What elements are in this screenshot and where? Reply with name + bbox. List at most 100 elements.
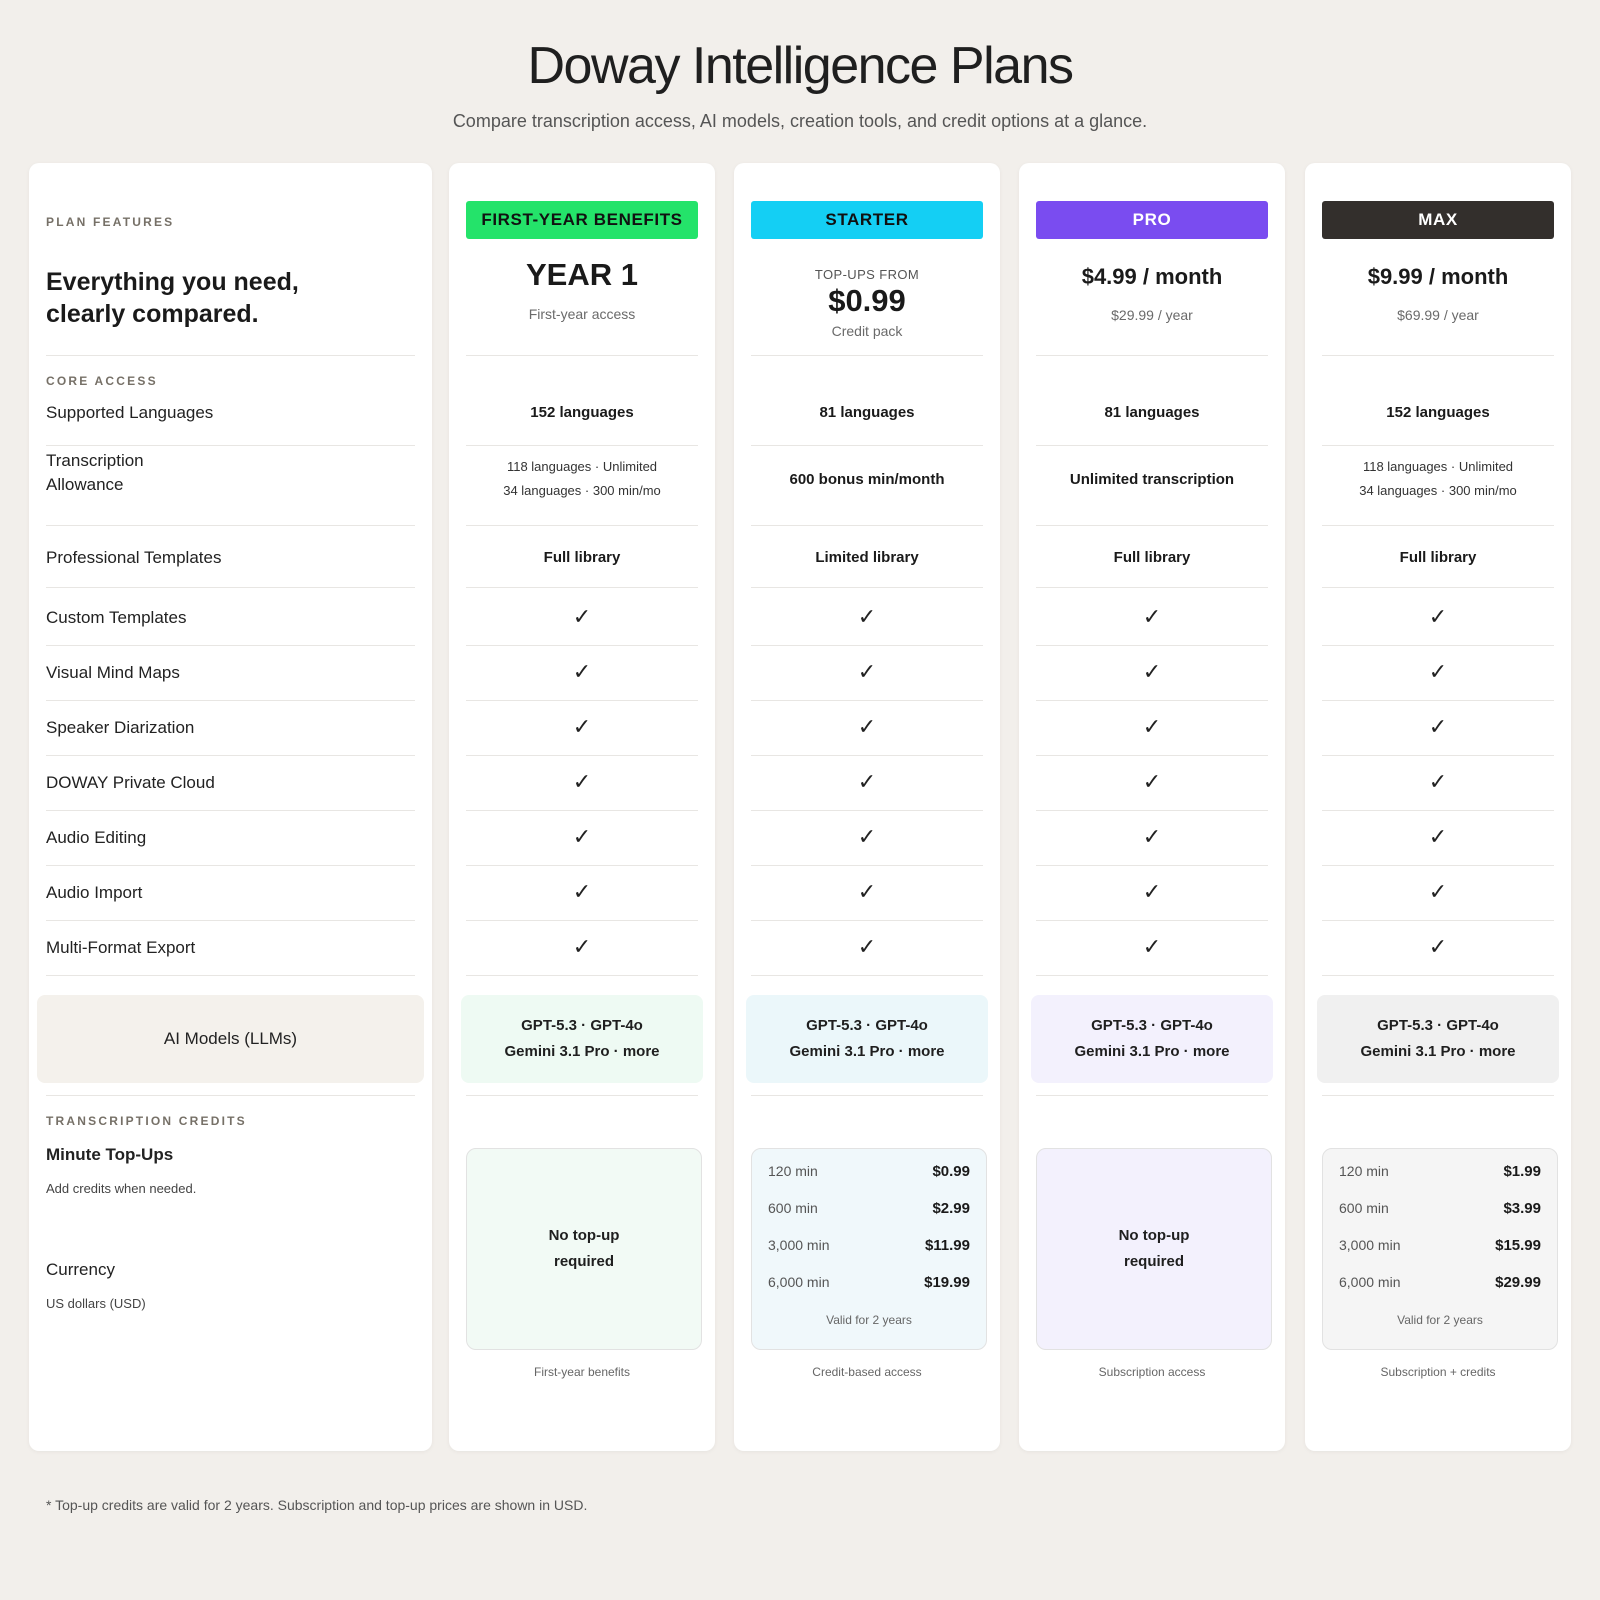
allowance-line-1: 118 languages · Unlimited bbox=[1362, 459, 1514, 474]
credit-price: $0.99 bbox=[932, 1162, 970, 1180]
feature-minute-topups: Minute Top-Ups bbox=[46, 1145, 174, 1164]
credit-option[interactable]: 3,000 min $15.99 bbox=[1339, 1233, 1541, 1257]
plan-footer: Subscription access bbox=[1098, 1365, 1206, 1379]
plan-ai-models: GPT-5.3 · GPT-4o Gemini 3.1 Pro · more bbox=[1031, 995, 1273, 1083]
credit-option[interactable]: 600 min $2.99 bbox=[768, 1196, 970, 1220]
plan-ai-models: GPT-5.3 · GPT-4o Gemini 3.1 Pro · more bbox=[1317, 995, 1559, 1083]
check-icon: ✓ bbox=[1428, 659, 1448, 684]
credit-price: $15.99 bbox=[1495, 1236, 1541, 1254]
feature-audio-import: Audio Import bbox=[46, 883, 143, 902]
check-icon: ✓ bbox=[1428, 824, 1448, 849]
credit-option[interactable]: 120 min $1.99 bbox=[1339, 1159, 1541, 1183]
plan-badge: FIRST-YEAR BENEFITS bbox=[466, 201, 698, 239]
no-topup-line-2: required bbox=[553, 1253, 614, 1270]
allowance-line-2: 34 languages · 300 min/mo bbox=[503, 483, 661, 498]
check-icon: ✓ bbox=[857, 769, 877, 794]
check-icon: ✓ bbox=[572, 824, 592, 849]
credit-minutes: 600 min bbox=[768, 1200, 818, 1216]
plan-footer: Subscription + credits bbox=[1380, 1365, 1496, 1379]
ai-models-line-1: GPT-5.3 · GPT-4o bbox=[1091, 1017, 1213, 1034]
check-icon: ✓ bbox=[1142, 714, 1162, 739]
plan-templates: Full library bbox=[1113, 549, 1191, 566]
check-icon: ✓ bbox=[572, 879, 592, 904]
credit-price: $11.99 bbox=[924, 1236, 970, 1254]
no-topup-message: No top-up required bbox=[1037, 1149, 1271, 1349]
check-icon: ✓ bbox=[857, 659, 877, 684]
credit-option[interactable]: 600 min $3.99 bbox=[1339, 1196, 1541, 1220]
topups-note: Add credits when needed. bbox=[46, 1181, 197, 1196]
plan-price-sub: $69.99 / year bbox=[1397, 307, 1479, 323]
check-icon: ✓ bbox=[572, 769, 592, 794]
plan-headline-sub: First-year access bbox=[528, 306, 636, 322]
credit-price: $2.99 bbox=[932, 1199, 970, 1217]
plan-allowance: 600 bonus min/month bbox=[789, 471, 945, 488]
ai-models-line-2: Gemini 3.1 Pro · more bbox=[504, 1043, 660, 1060]
plan-credit-box: 120 min $0.99 600 min $2.99 3,000 min $1… bbox=[751, 1148, 987, 1350]
features-headline: Everything you need, clearly compared. bbox=[46, 266, 299, 330]
feature-audio-editing: Audio Editing bbox=[46, 828, 147, 847]
plan-templates: Limited library bbox=[815, 549, 919, 566]
credit-minutes: 120 min bbox=[1339, 1163, 1389, 1179]
credit-minutes: 3,000 min bbox=[1339, 1237, 1401, 1253]
plan-ai-models: GPT-5.3 · GPT-4o Gemini 3.1 Pro · more bbox=[746, 995, 988, 1083]
credit-option[interactable]: 6,000 min $19.99 bbox=[768, 1270, 970, 1294]
section-transcription-credits: TRANSCRIPTION CREDITS bbox=[46, 1114, 247, 1128]
plan-ai-models: GPT-5.3 · GPT-4o Gemini 3.1 Pro · more bbox=[461, 995, 703, 1083]
feature-visual-mind-maps: Visual Mind Maps bbox=[46, 663, 180, 682]
feature-supported-languages: Supported Languages bbox=[46, 403, 214, 422]
section-plan-features: PLAN FEATURES bbox=[46, 215, 175, 229]
credit-price: $3.99 bbox=[1503, 1199, 1541, 1217]
feature-multi-format-export: Multi-Format Export bbox=[46, 938, 196, 957]
credit-minutes: 6,000 min bbox=[768, 1274, 830, 1290]
check-icon: ✓ bbox=[572, 659, 592, 684]
check-icon: ✓ bbox=[1142, 659, 1162, 684]
credit-option[interactable]: 120 min $0.99 bbox=[768, 1159, 970, 1183]
no-topup-line-1: No top-up bbox=[548, 1227, 620, 1244]
plan-languages: 81 languages bbox=[819, 404, 915, 421]
credit-option[interactable]: 3,000 min $11.99 bbox=[768, 1233, 970, 1257]
plan-credit-box: No top-up required bbox=[466, 1148, 702, 1350]
check-icon: ✓ bbox=[572, 604, 592, 629]
plan-badge: MAX bbox=[1322, 201, 1554, 239]
check-icon: ✓ bbox=[1142, 769, 1162, 794]
check-icon: ✓ bbox=[1142, 604, 1162, 629]
check-icon: ✓ bbox=[857, 604, 877, 629]
credit-option[interactable]: 6,000 min $29.99 bbox=[1339, 1270, 1541, 1294]
credit-validity: Valid for 2 years bbox=[826, 1313, 912, 1327]
ai-models-line-2: Gemini 3.1 Pro · more bbox=[789, 1043, 945, 1060]
check-icon: ✓ bbox=[1142, 934, 1162, 959]
credit-price: $1.99 bbox=[1503, 1162, 1541, 1180]
plan-price-sub: Credit pack bbox=[831, 323, 903, 339]
plan-badge: STARTER bbox=[751, 201, 983, 239]
plan-price: $0.99 bbox=[828, 283, 906, 318]
plan-card-max: MAX $9.99 / month $69.99 / year 152 lang… bbox=[1305, 163, 1571, 1451]
check-icon: ✓ bbox=[1428, 604, 1448, 629]
ai-models-line-2: Gemini 3.1 Pro · more bbox=[1074, 1043, 1230, 1060]
check-icon: ✓ bbox=[857, 879, 877, 904]
headline-line-2: clearly compared. bbox=[46, 300, 259, 328]
credit-minutes: 120 min bbox=[768, 1163, 818, 1179]
plan-languages: 152 languages bbox=[1386, 404, 1490, 421]
plan-allowance: 118 languages · Unlimited 34 languages ·… bbox=[449, 455, 715, 503]
section-core-access: CORE ACCESS bbox=[46, 374, 158, 388]
credit-minutes: 6,000 min bbox=[1339, 1274, 1401, 1290]
check-icon: ✓ bbox=[572, 934, 592, 959]
check-icon: ✓ bbox=[1428, 879, 1448, 904]
plan-credit-box: No top-up required bbox=[1036, 1148, 1272, 1350]
feature-custom-templates: Custom Templates bbox=[46, 608, 187, 627]
credit-price: $29.99 bbox=[1495, 1273, 1541, 1291]
credit-minutes: 600 min bbox=[1339, 1200, 1389, 1216]
check-icon: ✓ bbox=[1428, 714, 1448, 739]
plan-price: $4.99 / month bbox=[1081, 264, 1223, 289]
plan-allowance: 118 languages · Unlimited 34 languages ·… bbox=[1305, 455, 1571, 503]
plan-price-label: TOP-UPS FROM bbox=[814, 267, 920, 282]
plan-credit-box: 120 min $1.99 600 min $3.99 3,000 min $1… bbox=[1322, 1148, 1558, 1350]
check-icon: ✓ bbox=[572, 714, 592, 739]
footnote: * Top-up credits are valid for 2 years. … bbox=[46, 1497, 588, 1513]
plan-headline: YEAR 1 bbox=[526, 257, 638, 292]
feature-transcription-allowance: Transcription Allowance bbox=[46, 449, 144, 497]
plan-templates: Full library bbox=[543, 549, 621, 566]
ai-models-line-1: GPT-5.3 · GPT-4o bbox=[521, 1017, 643, 1034]
features-column: PLAN FEATURES Everything you need, clear… bbox=[29, 163, 432, 1451]
feature-currency: Currency bbox=[46, 1260, 115, 1279]
